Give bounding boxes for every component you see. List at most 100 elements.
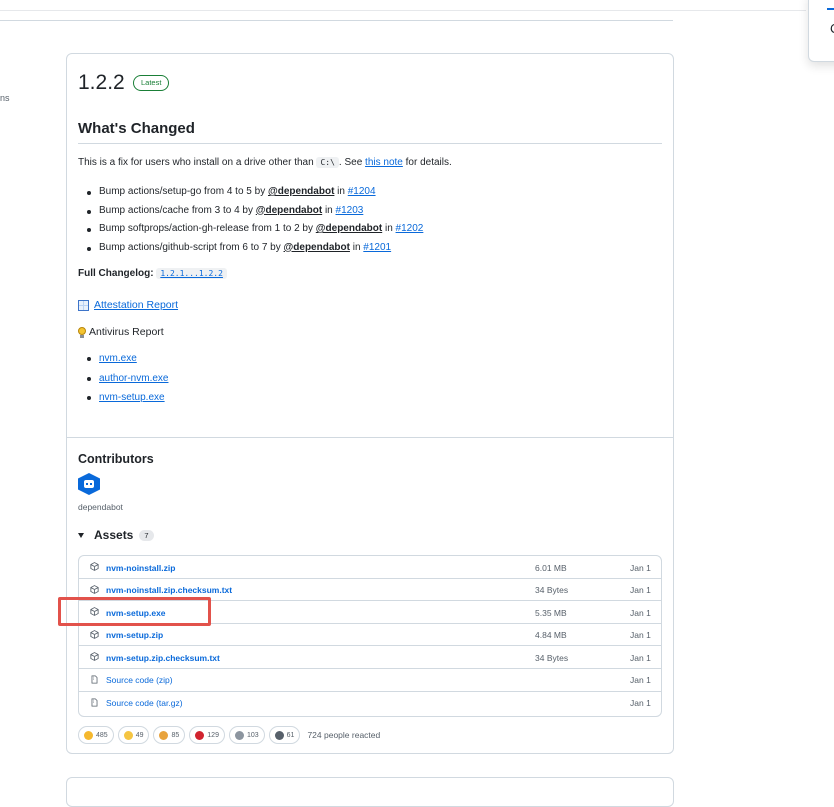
reaction-heart[interactable]: 129 <box>189 726 225 744</box>
reaction-thumbs-up[interactable]: 485 <box>78 726 114 744</box>
asset-date: Jan 1 <box>630 585 651 596</box>
release-card: 1.2.2 Latest What's Changed This is a fi… <box>66 53 674 754</box>
change-text: Bump actions/github-script from 6 to 7 b… <box>99 241 284 253</box>
package-icon <box>90 562 99 571</box>
asset-link[interactable]: nvm-noinstall.zip.checksum.txt <box>106 585 232 595</box>
section-divider <box>67 437 673 438</box>
asset-size: 6.01 MB <box>535 562 567 573</box>
list-item: nvm.exe <box>78 349 168 369</box>
exe-link[interactable]: nvm.exe <box>99 353 137 364</box>
pr-link[interactable]: #1202 <box>396 223 424 234</box>
popover-menu[interactable]: C <box>808 0 834 62</box>
reaction-count: 85 <box>171 731 180 739</box>
top-divider <box>0 10 806 11</box>
reaction-count: 103 <box>246 731 259 739</box>
file-zip-icon <box>91 675 98 684</box>
pr-link[interactable]: #1204 <box>348 186 376 197</box>
pr-link[interactable]: #1201 <box>363 242 391 253</box>
asset-date: Jan 1 <box>630 675 651 686</box>
source-code-link[interactable]: Source code (tar.gz) <box>106 698 183 708</box>
asset-size: 5.35 MB <box>535 607 567 618</box>
asset-link[interactable]: nvm-setup.zip.checksum.txt <box>106 653 220 663</box>
antivirus-report: Antivirus Report <box>78 326 164 338</box>
change-text: Bump softprops/action-gh-release from 1 … <box>99 223 316 234</box>
asset-date: Jan 1 <box>630 630 651 641</box>
list-item: Bump actions/setup-go from 4 to 5 by @de… <box>78 183 658 202</box>
reaction-count: 129 <box>207 731 219 739</box>
author-mention[interactable]: @dependabot <box>284 242 350 253</box>
list-item: author-nvm.exe <box>78 369 168 389</box>
asset-date: Jan 1 <box>630 652 651 663</box>
changes-list: Bump actions/setup-go from 4 to 5 by @de… <box>78 183 658 257</box>
change-in: in <box>322 204 336 216</box>
table-icon <box>78 299 89 311</box>
this-note-link[interactable]: this note <box>365 157 403 168</box>
asset-date: Jan 1 <box>630 607 651 618</box>
next-release-card <box>66 777 674 807</box>
change-in: in <box>334 186 348 197</box>
author-mention[interactable]: @dependabot <box>256 205 322 216</box>
laugh-icon <box>123 730 133 740</box>
sidebar-partial-text: ns <box>0 93 10 103</box>
asset-link[interactable]: nvm-noinstall.zip <box>106 563 175 573</box>
source-code-link[interactable]: Source code (zip) <box>106 675 173 685</box>
reaction-count: 49 <box>135 731 144 739</box>
reactions-summary[interactable]: 724 people reacted <box>307 730 380 740</box>
package-icon <box>90 652 99 662</box>
asset-link[interactable]: nvm-setup.exe <box>106 608 166 618</box>
release-version-title[interactable]: 1.2.2 <box>78 71 125 95</box>
attestation-report: Attestation Report <box>78 299 178 311</box>
list-item: nvm-setup.exe <box>78 388 168 408</box>
asset-date: Jan 1 <box>630 698 651 709</box>
antivirus-report-label: Antivirus Report <box>89 326 164 338</box>
contributor-name[interactable]: dependabot <box>78 502 123 512</box>
pr-link[interactable]: #1203 <box>336 205 364 216</box>
lightbulb-icon <box>78 326 86 338</box>
assets-count-badge: 7 <box>139 529 154 541</box>
dependabot-avatar[interactable] <box>78 473 100 495</box>
change-in: in <box>382 223 396 234</box>
thumbs-up-icon <box>84 730 93 740</box>
heading-rule <box>78 143 662 144</box>
table-row: Source code (zip) Jan 1 <box>79 669 661 692</box>
full-changelog: Full Changelog: 1.2.1...1.2.2 <box>78 268 227 279</box>
reaction-count: 485 <box>96 731 108 739</box>
popover-accent-bar <box>827 8 834 10</box>
intro-paragraph: This is a fix for users who install on a… <box>78 157 452 169</box>
reaction-rocket[interactable]: 103 <box>228 726 265 744</box>
exe-link[interactable]: author-nvm.exe <box>99 373 168 384</box>
reaction-eyes[interactable]: 61 <box>268 726 301 744</box>
asset-size: 4.84 MB <box>535 630 567 641</box>
antivirus-links: nvm.exe author-nvm.exe nvm-setup.exe <box>78 349 168 408</box>
package-icon <box>90 629 99 639</box>
drive-code: C:\ <box>316 157 339 168</box>
asset-size: 34 Bytes <box>535 652 569 663</box>
change-in: in <box>349 241 364 253</box>
changelog-compare-link[interactable]: 1.2.1...1.2.2 <box>156 268 227 279</box>
triangle-down-icon <box>78 532 84 538</box>
bot-icon <box>84 480 94 488</box>
assets-label: Assets <box>94 528 134 542</box>
exe-link[interactable]: nvm-setup.exe <box>99 392 165 403</box>
assets-toggle[interactable]: Assets 7 <box>78 528 154 542</box>
intro-text-middle: . See <box>338 157 366 168</box>
intro-text-before: This is a fix for users who install on a… <box>78 157 317 168</box>
file-zip-icon <box>91 698 98 707</box>
table-row: nvm-setup.zip.checksum.txt 34 Bytes Jan … <box>79 646 661 669</box>
change-text: Bump actions/cache from 3 to 4 by <box>99 204 256 216</box>
author-mention[interactable]: @dependabot <box>268 186 334 197</box>
reaction-laugh[interactable]: 49 <box>117 726 150 744</box>
list-item: Bump softprops/action-gh-release from 1 … <box>78 220 658 239</box>
attestation-report-link[interactable]: Attestation Report <box>94 299 178 311</box>
hooray-icon <box>159 730 169 740</box>
author-mention[interactable]: @dependabot <box>316 223 382 234</box>
changelog-label: Full Changelog: <box>78 268 154 279</box>
intro-text-after: for details. <box>402 157 452 168</box>
package-icon <box>90 607 99 617</box>
asset-size: 34 Bytes <box>535 585 569 596</box>
package-icon <box>90 584 99 594</box>
asset-date: Jan 1 <box>630 562 651 573</box>
reaction-hooray[interactable]: 85 <box>153 726 186 744</box>
heart-icon <box>195 730 205 740</box>
asset-link[interactable]: nvm-setup.zip <box>106 630 163 640</box>
